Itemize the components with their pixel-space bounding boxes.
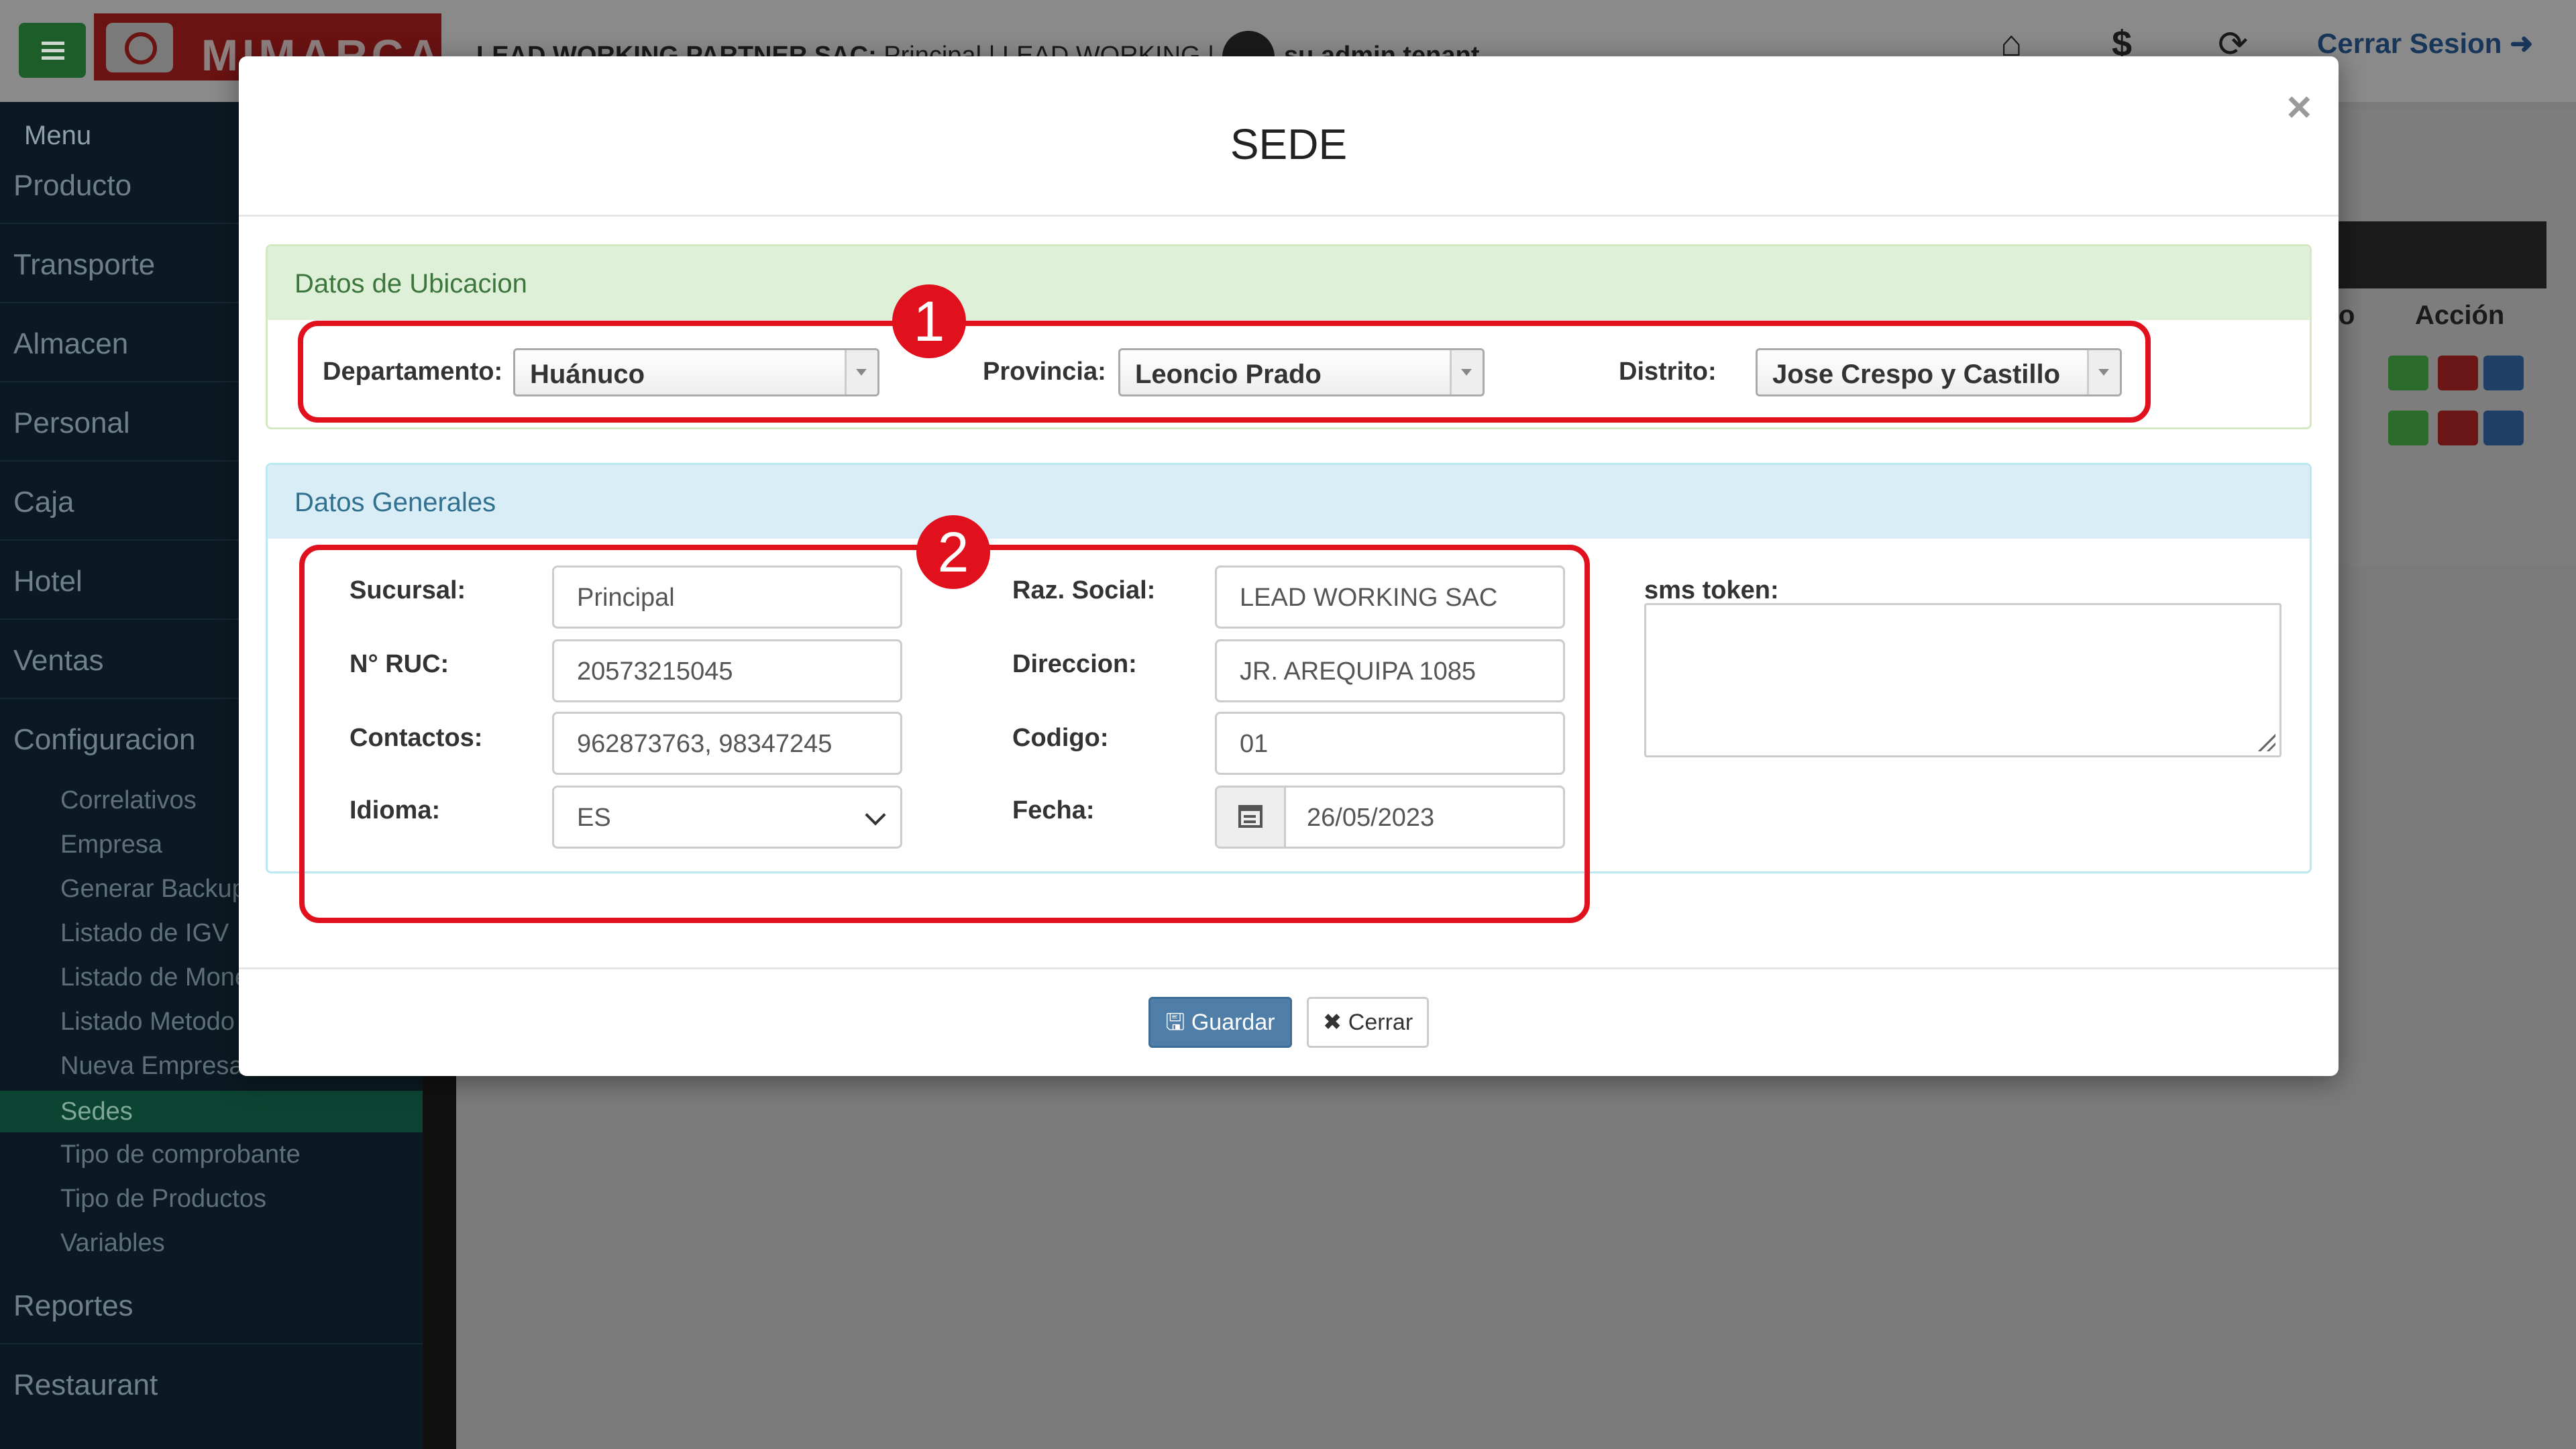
menu-toggle-button[interactable] [19,23,86,78]
edit-icon[interactable] [2388,411,2428,445]
sidebar-subitem-nueva-empresa[interactable]: Nueva Empresa [60,1052,243,1081]
sidebar-item-reportes[interactable]: Reportes [13,1289,133,1323]
highlight-box-1 [298,321,2151,423]
close-icon[interactable]: × [2287,82,2312,131]
delete-icon[interactable] [2438,356,2478,390]
ubicacion-heading: Datos de Ubicacion [294,269,527,299]
sidebar-subitem-sedes[interactable]: Sedes [0,1091,423,1132]
transfer-icon[interactable] [2483,411,2524,445]
sede-modal: SEDE × Datos de Ubicacion Departamento: … [239,56,2339,1076]
resize-handle-icon[interactable] [2255,731,2275,751]
sidebar-item-configuracion[interactable]: Configuracion [13,723,196,757]
sidebar-item-transporte[interactable]: Transporte [13,248,155,282]
sidebar-item-ventas[interactable]: Ventas [13,644,104,678]
save-label: Guardar [1191,1010,1275,1035]
save-icon: 🖫 [1165,1010,1185,1035]
sidebar-item-restaurant[interactable]: Restaurant [13,1368,158,1402]
logout-link[interactable]: Cerrar Sesion ➜ [2317,27,2533,60]
sidebar-subitem-empresa[interactable]: Empresa [60,830,162,859]
background-column-accion: Acción [2415,301,2505,330]
transfer-icon[interactable] [2483,356,2524,390]
sidebar-item-almacen[interactable]: Almacen [13,327,128,361]
sidebar-title: Menu [24,121,92,150]
edit-icon[interactable] [2388,356,2428,390]
background-table-header [2339,221,2546,288]
brand-icon [106,23,173,72]
highlight-box-2 [299,545,1590,923]
sidebar-subitem-generar-backup[interactable]: Generar Backup [60,875,246,904]
close-x-icon: ✖ [1322,1010,1342,1035]
cancel-button[interactable]: ✖ Cerrar [1307,997,1429,1048]
sms-token-textarea[interactable] [1644,603,2282,757]
delete-icon[interactable] [2438,411,2478,445]
sidebar-item-caja[interactable]: Caja [13,486,74,519]
sidebar-subitem-tipo-productos[interactable]: Tipo de Productos [60,1185,266,1214]
save-button[interactable]: 🖫 Guardar [1148,997,1292,1048]
sidebar-subitem-correlativos[interactable]: Correlativos [60,786,197,815]
sidebar-subitem-variables[interactable]: Variables [60,1229,165,1258]
modal-title: SEDE [1230,120,1348,168]
annotation-badge-2: 2 [916,515,990,589]
logout-label: Cerrar Sesion [2317,28,2502,59]
generales-panel-header: Datos Generales [268,465,2310,539]
sidebar-subitem-tipo-comprobante[interactable]: Tipo de comprobante [60,1140,301,1169]
sidebar-item-producto[interactable]: Producto [13,169,131,203]
background-column-partial: o [2339,301,2355,330]
sms-token-label: sms token: [1644,576,1779,604]
background-table-panel [2339,109,2576,565]
generales-heading: Datos Generales [294,488,496,517]
sidebar-subitem-listado-metodo[interactable]: Listado Metodo [60,1008,235,1036]
annotation-badge-1: 1 [892,284,966,358]
logout-icon: ➜ [2510,28,2534,59]
sidebar-item-hotel[interactable]: Hotel [13,565,83,598]
cancel-label: Cerrar [1348,1010,1413,1035]
ubicacion-panel-header: Datos de Ubicacion [268,246,2310,320]
sidebar-item-personal[interactable]: Personal [13,407,130,440]
sidebar-subitem-listado-igv[interactable]: Listado de IGV [60,919,229,948]
sidebar-subitem-listado-moneda[interactable]: Listado de Mone [60,963,249,992]
